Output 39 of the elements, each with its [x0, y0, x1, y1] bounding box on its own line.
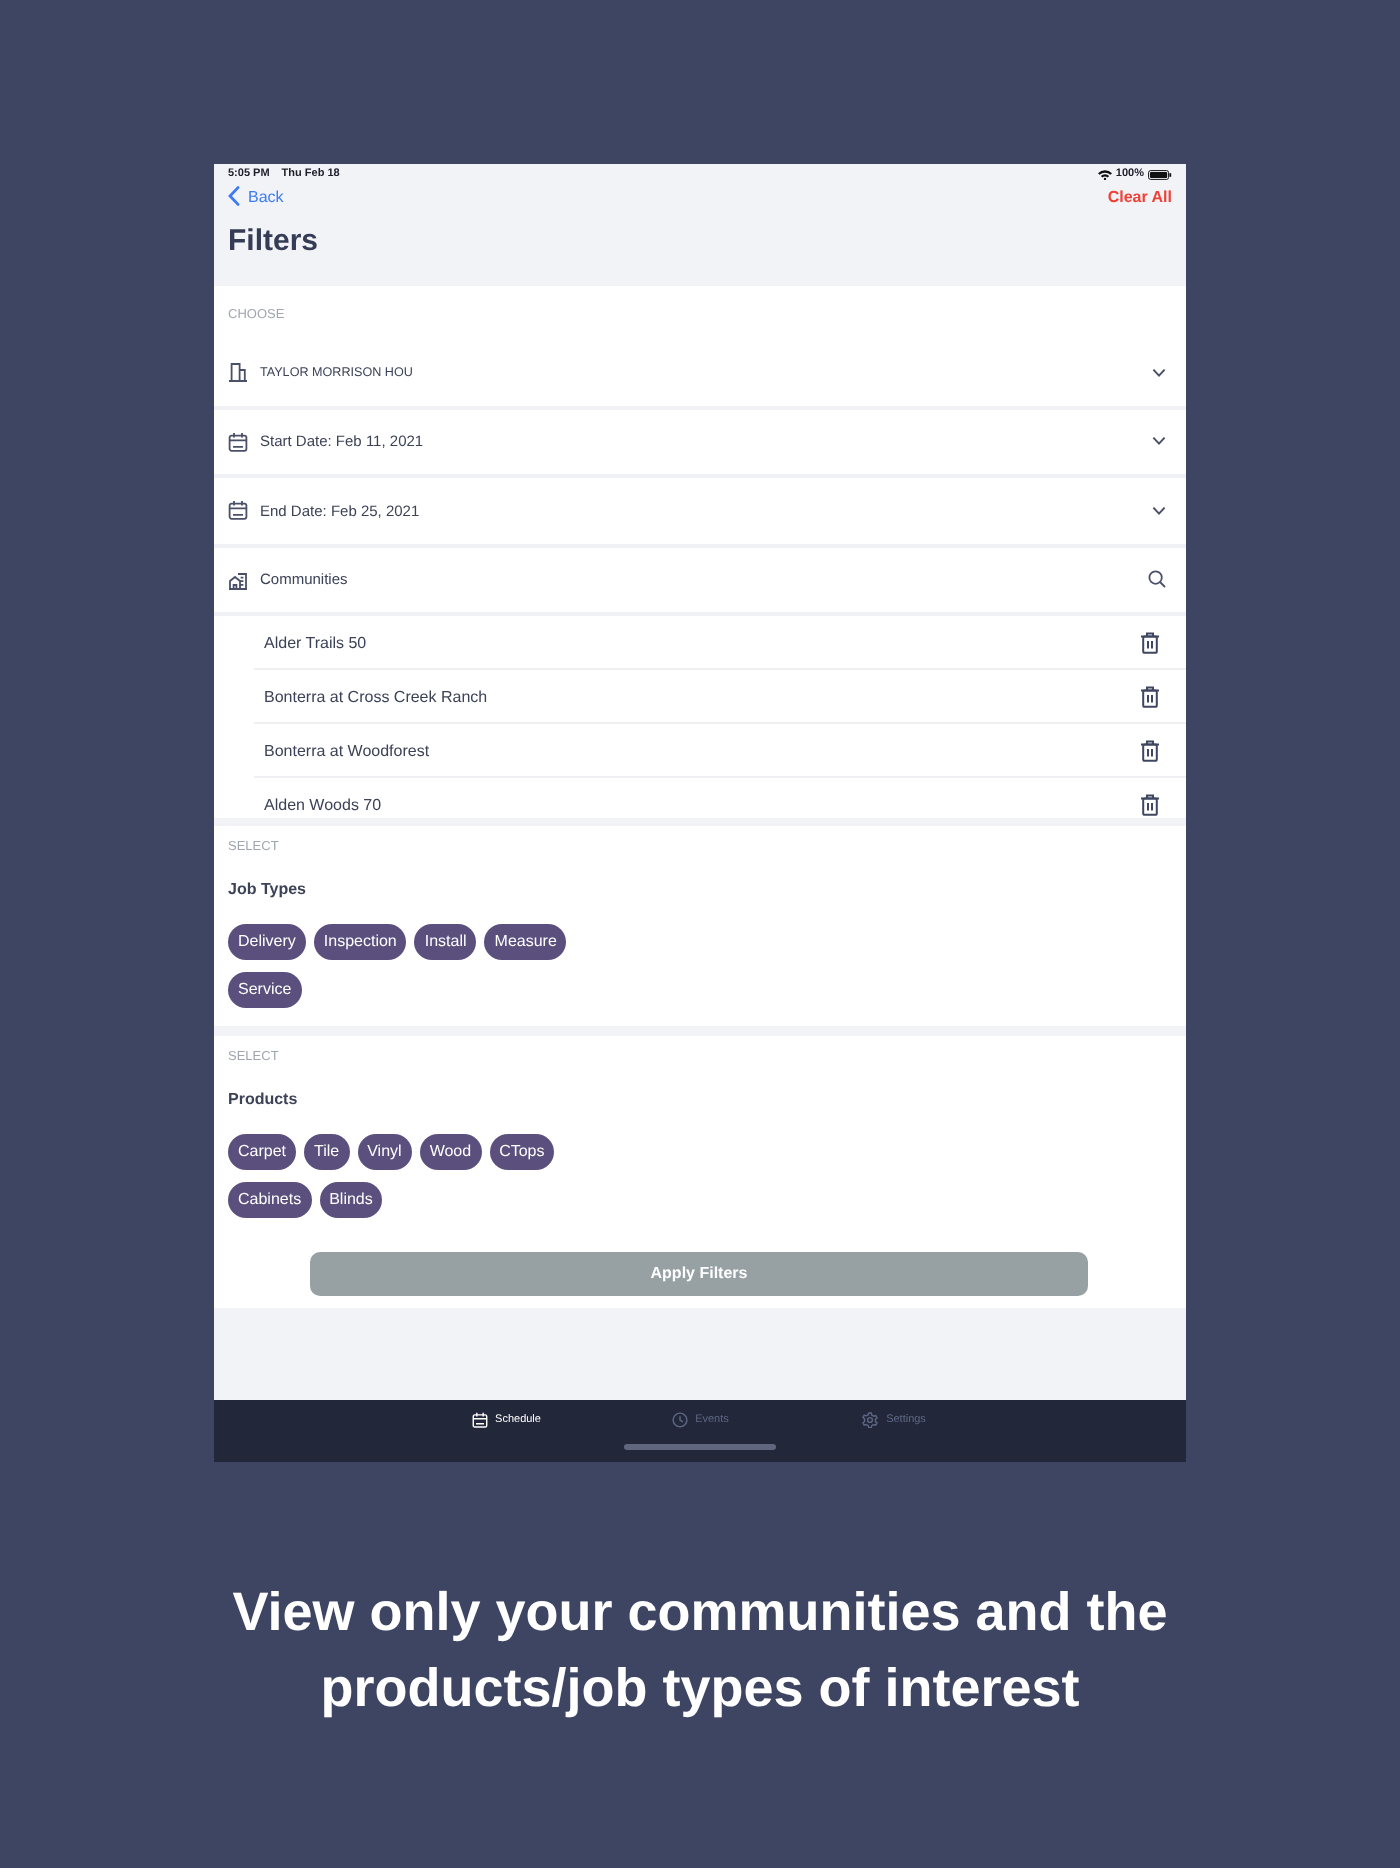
chevron-down-icon: [1152, 367, 1166, 378]
trash-icon[interactable]: [1140, 685, 1160, 707]
filter-chip[interactable]: Carpet: [228, 1134, 297, 1170]
community-name: Bonterra at Cross Creek Ranch: [264, 687, 488, 705]
chevron-down-icon: [1152, 505, 1166, 516]
building-icon: [228, 362, 248, 383]
filter-chip[interactable]: Wood: [419, 1134, 482, 1170]
promo-caption: View only your communities and the products/job types of interest: [230, 1580, 1170, 1722]
community-name: Bonterra at Woodforest: [264, 741, 430, 759]
filter-chip[interactable]: Blinds: [319, 1182, 383, 1218]
clock-icon: [671, 1412, 688, 1428]
filter-chip[interactable]: Measure: [484, 924, 567, 960]
section-title: Products: [228, 1092, 300, 1108]
back-button[interactable]: Back: [228, 186, 284, 206]
filter-chip[interactable]: Tile: [304, 1134, 350, 1170]
buildings-icon: [228, 569, 248, 590]
chevron-left-icon: [228, 186, 240, 206]
community-name: Alder Trails 50: [264, 633, 367, 651]
filter-chip[interactable]: Install: [414, 924, 477, 960]
filter-chip[interactable]: CTops: [489, 1134, 555, 1170]
calendar-icon: [471, 1412, 488, 1428]
filter-chip[interactable]: Delivery: [228, 924, 306, 960]
gear-icon: [862, 1412, 879, 1428]
wifi-icon: [1097, 169, 1112, 179]
filter-chip[interactable]: Vinyl: [357, 1134, 412, 1170]
battery-icon: [1148, 169, 1172, 179]
trash-icon[interactable]: [1140, 739, 1160, 761]
calendar-icon: [228, 500, 248, 521]
chevron-down-icon: [1152, 436, 1166, 447]
community-name: Alden Woods 70: [264, 795, 382, 813]
filter-chip[interactable]: Service: [228, 972, 302, 1008]
filter-chip[interactable]: Cabinets: [228, 1182, 312, 1218]
trash-icon[interactable]: [1140, 631, 1160, 653]
page-title: Filters: [228, 222, 319, 262]
calendar-icon: [228, 431, 248, 452]
trash-icon[interactable]: [1140, 793, 1160, 815]
filter-chip[interactable]: Inspection: [313, 924, 407, 960]
search-icon[interactable]: [1148, 570, 1166, 589]
section-title: Job Types: [228, 882, 308, 898]
